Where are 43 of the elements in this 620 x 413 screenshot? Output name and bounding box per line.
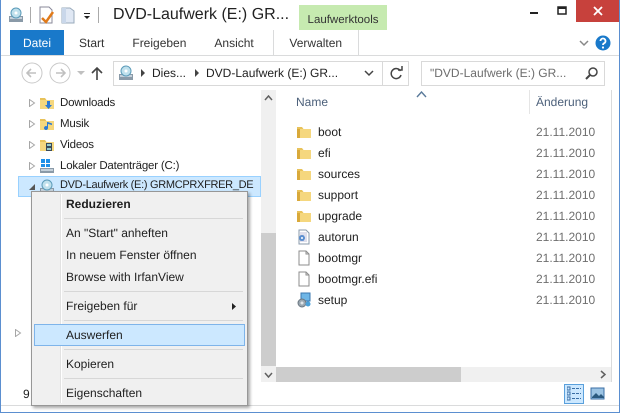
tree-item[interactable]: Videos <box>60 138 94 150</box>
file-name[interactable]: upgrade <box>318 208 362 222</box>
file-name[interactable]: boot <box>318 124 342 138</box>
date-cell: 21.11.2010 <box>536 208 596 222</box>
menu-item[interactable]: An "Start" anheften <box>34 222 245 244</box>
ribbon-tab[interactable]: Start <box>65 30 118 55</box>
date-cell: 21.11.2010 <box>536 292 596 306</box>
file-tab[interactable]: Datei <box>10 30 64 55</box>
date-cell: 21.11.2010 <box>536 146 596 160</box>
column-header[interactable]: Name <box>276 90 529 114</box>
file-name[interactable]: autorun <box>318 230 359 244</box>
tree-item-label[interactable]: DVD-Laufwerk (E:) GRMCPRXFRER_DE <box>60 179 254 191</box>
file-name[interactable]: efi <box>318 146 331 160</box>
file-name[interactable]: setup <box>318 292 348 306</box>
breadcrumb[interactable]: Dies... <box>152 66 186 80</box>
date-cell: 21.11.2010 <box>536 188 596 202</box>
ribbon-tab[interactable]: Ansicht <box>200 30 268 55</box>
file-name[interactable]: bootmgr.efi <box>318 272 378 286</box>
file-name[interactable]: bootmgr <box>318 250 362 264</box>
date-cell: 21.11.2010 <box>536 166 596 180</box>
menu-item[interactable]: In neuem Fenster öffnen <box>34 244 245 266</box>
menu-item[interactable]: Eigenschaften <box>34 382 245 404</box>
menu-item[interactable]: Browse with IrfanView <box>34 266 245 288</box>
breadcrumb[interactable]: DVD-Laufwerk (E:) GR... <box>206 66 338 80</box>
ribbon-tab[interactable]: Freigeben <box>118 30 200 55</box>
tree-item[interactable]: Lokaler Datenträger (C:) <box>60 160 180 172</box>
address-bar[interactable]: Dies... DVD-Laufwerk (E:) GR... <box>113 60 409 86</box>
menu-item[interactable]: Auswerfen <box>34 324 245 346</box>
tree-item[interactable]: Musik <box>60 118 90 130</box>
menu-item[interactable]: Kopieren <box>34 353 245 375</box>
search-field[interactable]: "DVD-Laufwerk (E:) GR... <box>421 60 605 86</box>
file-name[interactable]: sources <box>318 166 360 180</box>
column-header[interactable]: Änderung <box>529 90 588 114</box>
date-cell: 21.11.2010 <box>536 124 596 138</box>
item-count: 9 <box>23 386 30 400</box>
contextual-tab-group: Laufwerktools <box>299 5 388 30</box>
file-name[interactable]: support <box>318 188 358 202</box>
window-title: DVD-Laufwerk (E:) GR... <box>113 6 290 24</box>
tree-item[interactable]: Downloads <box>60 96 116 108</box>
date-cell: 21.11.2010 <box>536 272 596 286</box>
menu-item[interactable]: Freigeben für <box>34 295 245 317</box>
date-cell: 21.11.2010 <box>536 250 596 264</box>
date-cell: 21.11.2010 <box>536 230 596 244</box>
